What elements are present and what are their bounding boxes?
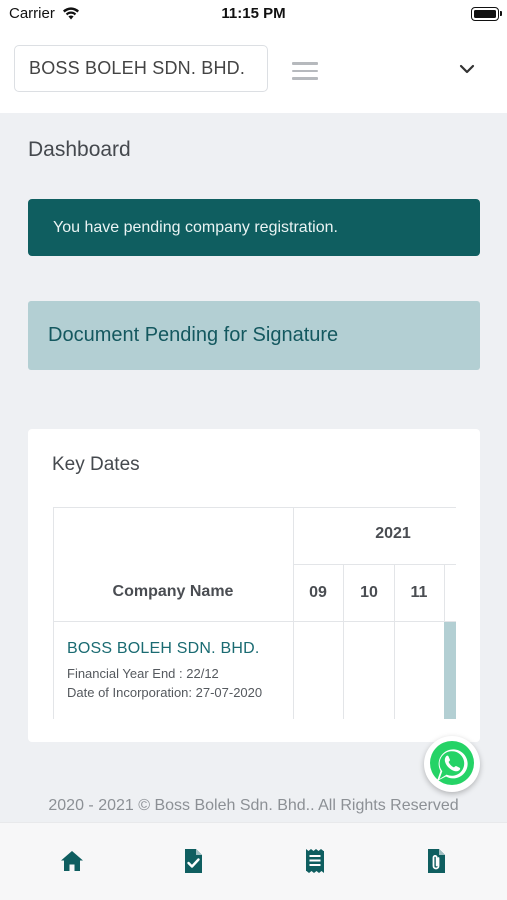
bottom-tab-bar: [0, 822, 507, 900]
table-border-top: [53, 507, 456, 508]
column-header-company: Company Name: [112, 583, 234, 600]
column-header-month: 11: [410, 584, 428, 601]
column-header-month: 10: [360, 584, 378, 601]
company-selector[interactable]: BOSS BOLEH SDN. BHD.: [14, 45, 268, 92]
alert-message: You have pending company registration.: [53, 218, 338, 236]
clock-label: 11:15 PM: [221, 5, 286, 22]
key-dates-table[interactable]: Company Name 2021 09 10 11 BOSS BOLEH SD…: [53, 507, 456, 719]
status-bar: Carrier 11:15 PM: [0, 0, 507, 28]
whatsapp-icon: [430, 741, 474, 785]
row-company-name[interactable]: BOSS BOLEH SDN. BHD.: [67, 640, 260, 658]
key-dates-card: Key Dates Company Name 2021 09 10 11 BOS…: [28, 429, 480, 742]
table-border-left: [53, 507, 54, 719]
page-title: Dashboard: [28, 138, 131, 161]
key-dates-title: Key Dates: [52, 454, 140, 475]
document-pending-label: Document Pending for Signature: [48, 324, 339, 346]
battery-icon: [471, 7, 502, 21]
receipt-icon[interactable]: [301, 847, 329, 875]
column-header-month: 09: [309, 584, 327, 601]
document-pending-banner[interactable]: Document Pending for Signature: [28, 301, 480, 370]
hamburger-menu-icon[interactable]: [292, 62, 318, 80]
whatsapp-button[interactable]: [424, 736, 480, 792]
document-check-icon[interactable]: [179, 847, 207, 875]
footer-copyright: 2020 - 2021 © Boss Boleh Sdn. Bhd.. All …: [48, 797, 459, 814]
table-divider-header: [53, 621, 456, 622]
timeline-bar: [444, 622, 456, 719]
attachment-file-icon[interactable]: [422, 847, 450, 875]
row-financial-year-end: Financial Year End : 22/12: [67, 666, 219, 681]
pending-registration-alert[interactable]: You have pending company registration.: [28, 199, 480, 256]
app-header: BOSS BOLEH SDN. BHD.: [0, 28, 507, 113]
table-divider-year: [293, 564, 456, 565]
column-header-year: 2021: [375, 525, 411, 542]
row-date-of-incorporation: Date of Incorporation: 27-07-2020: [67, 685, 263, 700]
chevron-down-icon[interactable]: [457, 62, 477, 76]
home-icon[interactable]: [58, 847, 86, 875]
